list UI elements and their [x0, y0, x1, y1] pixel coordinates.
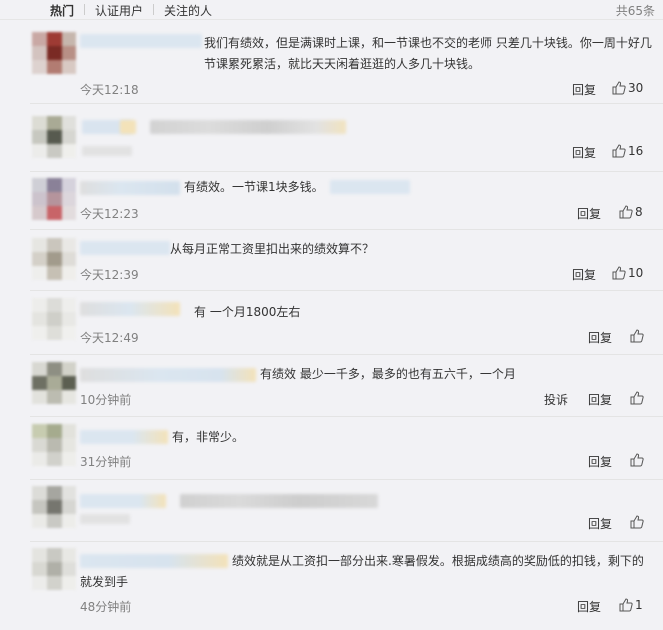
thumbs-up-icon [612, 81, 626, 95]
divider [30, 354, 663, 355]
username-blurred[interactable] [80, 494, 166, 508]
reply-button[interactable]: 回复 [572, 81, 596, 98]
thumbs-up-icon [612, 266, 626, 280]
username-blurred[interactable] [80, 241, 170, 255]
reply-button[interactable]: 回复 [588, 391, 612, 408]
like-button[interactable]: 8 [619, 205, 643, 219]
reply-button[interactable]: 回复 [588, 515, 612, 532]
report-button[interactable]: 投诉 [544, 391, 568, 408]
like-button[interactable]: 1 [619, 598, 643, 612]
divider [30, 479, 663, 480]
comment-time: 今天12:49 [80, 331, 139, 345]
comment-count: 共65条 [615, 4, 655, 18]
avatar[interactable] [32, 238, 76, 280]
username-blurred[interactable] [80, 181, 180, 195]
thumbs-up-icon [630, 453, 644, 467]
avatar[interactable] [32, 486, 76, 528]
comment-filter-tabs: 热门 认证用户 关注的人 共65条 [0, 0, 663, 20]
comment-time-blurred [80, 514, 130, 524]
username-blurred[interactable] [80, 34, 202, 48]
comment-text: 有绩效 最少一千多，最多的也有五六千，一个月 [260, 367, 516, 381]
like-count: 10 [628, 266, 644, 280]
divider [30, 229, 663, 230]
divider [30, 541, 663, 542]
reply-button[interactable]: 回复 [577, 205, 601, 222]
comment-time: 10分钟前 [80, 393, 132, 407]
thumbs-up-icon [619, 598, 633, 612]
tab-divider [153, 4, 154, 15]
comment-time: 48分钟前 [80, 600, 132, 614]
like-button[interactable] [630, 453, 646, 467]
thumbs-up-icon [612, 144, 626, 158]
avatar[interactable] [32, 32, 76, 74]
comment-time: 今天12:39 [80, 268, 139, 282]
reply-button[interactable]: 回复 [588, 453, 612, 470]
divider [30, 290, 663, 291]
reply-button[interactable]: 回复 [577, 598, 601, 615]
mention-blurred [330, 180, 410, 194]
thumbs-up-icon [630, 329, 644, 343]
like-button[interactable]: 30 [612, 81, 643, 95]
comment-time: 今天12:23 [80, 207, 139, 221]
tab-verified-users[interactable]: 认证用户 [95, 2, 143, 19]
divider [30, 171, 663, 172]
thumbs-up-icon [630, 515, 644, 529]
username-blurred[interactable] [80, 368, 256, 382]
comment-text: 从每月正常工资里扣出来的绩效算不？ [170, 242, 375, 256]
like-count: 16 [628, 144, 644, 158]
reply-button[interactable]: 回复 [588, 329, 612, 346]
like-count: 8 [635, 205, 643, 219]
comment-time: 今天12:18 [80, 83, 139, 97]
avatar[interactable] [32, 298, 76, 340]
username-blurred[interactable] [80, 430, 168, 444]
like-count: 30 [628, 81, 644, 95]
like-button[interactable]: 16 [612, 144, 643, 158]
username-blurred[interactable] [80, 302, 180, 316]
comment-text: 有，非常少。 [172, 430, 245, 444]
comment-time: 31分钟前 [80, 455, 132, 469]
comment-text-blurred [180, 494, 378, 508]
reply-button[interactable]: 回复 [572, 266, 596, 283]
badge-blurred [120, 120, 136, 134]
comment-text: 有 一个月1800左右 [194, 305, 301, 319]
like-button[interactable]: 10 [612, 266, 643, 280]
thumbs-up-icon [619, 205, 633, 219]
like-button[interactable] [630, 515, 646, 529]
avatar[interactable] [32, 424, 76, 466]
like-button[interactable] [630, 391, 646, 405]
like-count: 1 [635, 598, 643, 612]
comment-text: 我们有绩效，但是满课时上课，和一节课也不交的老师 只差几十块钱。你一周十好几 节… [204, 36, 652, 71]
avatar[interactable] [32, 116, 76, 158]
divider [30, 416, 663, 417]
comment-text: 有绩效。一节课1块多钱。 [184, 180, 324, 194]
thumbs-up-icon [630, 391, 644, 405]
avatar[interactable] [32, 548, 76, 590]
comment-time-blurred [82, 146, 132, 156]
avatar[interactable] [32, 178, 76, 220]
avatar[interactable] [32, 362, 76, 404]
comment-text-blurred [150, 120, 346, 134]
comment-text: 绩效就是从工资扣一部分出来.寒暑假发。根据成绩高的奖励低的扣钱，剩下的 就发到手 [80, 554, 644, 589]
tab-divider [84, 4, 85, 15]
like-button[interactable] [630, 329, 646, 343]
divider [30, 103, 663, 104]
tab-following[interactable]: 关注的人 [164, 2, 212, 19]
reply-button[interactable]: 回复 [572, 144, 596, 161]
tab-hot[interactable]: 热门 [50, 2, 74, 19]
